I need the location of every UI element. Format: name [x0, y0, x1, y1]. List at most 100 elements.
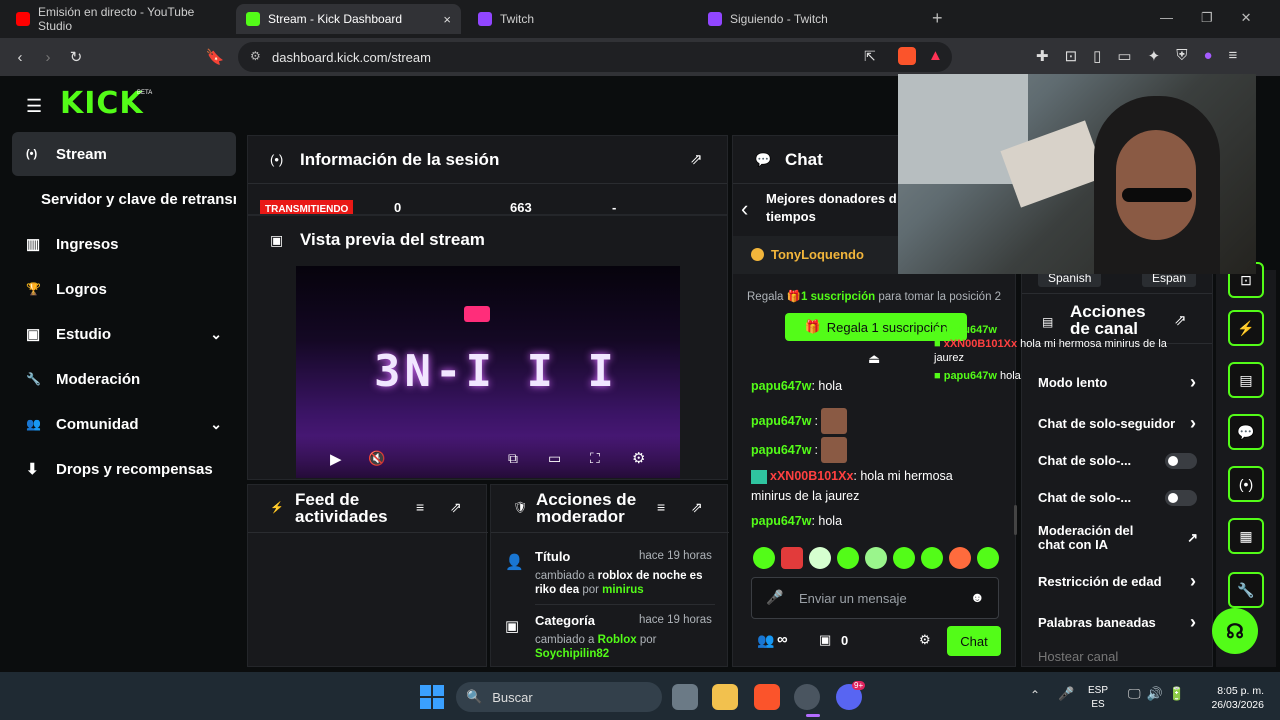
sidebar-item-achievements[interactable]: 🏆 Logros [12, 267, 236, 311]
pip-icon[interactable]: ⧉ [508, 450, 518, 467]
hamburger-icon[interactable]: ☰ [26, 96, 42, 117]
emoji-icon[interactable]: ☻ [970, 589, 985, 605]
brave-shields-icon[interactable] [898, 47, 916, 65]
address-bar[interactable]: ⚙ dashboard.kick.com/stream ⇱ ▲ [238, 42, 952, 72]
brave-browser-icon[interactable] [754, 684, 780, 710]
share-icon[interactable]: ⇱ [864, 48, 876, 65]
fullscreen-icon[interactable]: ⛶ [590, 450, 600, 467]
emote-icon[interactable] [977, 547, 999, 569]
tab-twitch-following[interactable]: Siguiendo - Twitch [698, 4, 923, 34]
emote-icon[interactable] [893, 547, 915, 569]
top-donor-name[interactable]: TonyLoquendo [771, 247, 864, 262]
mod-username[interactable]: Soychipilin82 [535, 648, 609, 660]
quick-action-broadcast-icon[interactable]: (•) [1228, 466, 1264, 502]
quick-action-notes-icon[interactable]: ▤ [1228, 362, 1264, 398]
theater-icon[interactable]: ▭ [548, 450, 561, 467]
windows-start-icon[interactable] [420, 685, 444, 709]
chat-username[interactable]: papu647w [751, 443, 811, 457]
popout-icon[interactable]: ⇗ [691, 499, 703, 516]
system-tray-icons[interactable]: 🖵🔊🔋 [1128, 686, 1191, 702]
sidebar-item-revenue[interactable]: ▥ Ingresos [12, 222, 236, 266]
menu-icon[interactable]: ≡ [1229, 47, 1238, 65]
close-tab-icon[interactable]: × [443, 12, 451, 27]
chat-username[interactable]: papu647w [751, 379, 811, 393]
microphone-icon[interactable]: 🎤 [766, 589, 783, 606]
site-info-icon[interactable]: ⚙ [250, 49, 261, 63]
followers-only-row[interactable]: Chat de solo-seguidor › [1038, 413, 1196, 434]
brave-rewards-icon[interactable]: ▲ [928, 47, 943, 64]
vpn-icon[interactable]: ⛨ [1176, 47, 1187, 65]
puzzle-icon[interactable]: ✚ [1036, 47, 1049, 65]
reload-icon[interactable]: ↻ [64, 45, 88, 69]
file-explorer-icon[interactable] [712, 684, 738, 710]
collapse-icon[interactable]: ⏏ [868, 351, 880, 367]
detail-value[interactable]: Roblox [598, 634, 637, 646]
obs-icon[interactable] [794, 684, 820, 710]
tab-youtube-studio[interactable]: Emisión en directo - YouTube Studio [6, 4, 231, 34]
wallet-icon[interactable]: ▭ [1117, 47, 1131, 65]
quick-action-chat-icon[interactable]: 💬 [1228, 414, 1264, 450]
chevron-up-icon[interactable]: ⌃ [1030, 688, 1040, 702]
emote-icon[interactable] [921, 547, 943, 569]
sidebar-icon[interactable]: ▯ [1093, 47, 1101, 65]
chat-scrollbar[interactable] [1014, 505, 1017, 535]
tab-kick-dashboard[interactable]: Stream - Kick Dashboard × [236, 4, 461, 34]
tab-twitch[interactable]: Twitch [468, 4, 693, 34]
new-tab-button[interactable]: + [932, 8, 943, 29]
chat-username[interactable]: xXN00B101Xx [770, 469, 853, 483]
microphone-icon[interactable]: 🎤 [1058, 686, 1074, 702]
settings-icon[interactable]: ⚙ [632, 449, 645, 467]
quick-action-lightning-icon[interactable]: ⚡ [1228, 310, 1264, 346]
leo-icon[interactable]: ✦ [1148, 47, 1161, 65]
back-icon[interactable]: ‹ [8, 45, 32, 69]
taskbar-search[interactable]: 🔍 Buscar [456, 682, 662, 712]
gift-link[interactable]: 1 suscripción [801, 291, 875, 303]
ai-moderation-row[interactable]: Moderación del chat con IA ↗ [1038, 524, 1198, 552]
chat-settings-icon[interactable]: ⚙ [919, 632, 931, 648]
sidebar-item-server-key[interactable]: Servidor y clave de retransn [12, 177, 236, 221]
emote-icon[interactable] [781, 547, 803, 569]
screenshot-icon[interactable]: ⊡ [1065, 47, 1078, 65]
emote-icon[interactable] [865, 547, 887, 569]
chat-username[interactable]: papu647w [751, 514, 811, 528]
sidebar-item-moderation[interactable]: 🔧 Moderación [12, 357, 236, 401]
emote-icon[interactable] [837, 547, 859, 569]
filter-icon[interactable]: ≡ [416, 499, 424, 515]
emote-bar[interactable] [753, 547, 999, 569]
support-headset-icon[interactable]: ☊ [1212, 608, 1258, 654]
sidebar-item-drops[interactable]: ⬇ Drops y recompensas [12, 447, 236, 491]
filter-icon[interactable]: ≡ [657, 499, 665, 515]
emotes-only-toggle[interactable] [1165, 490, 1197, 506]
forward-icon[interactable]: › [36, 45, 60, 69]
sidebar-item-studio[interactable]: ▣ Estudio ⌄ [12, 312, 236, 356]
subscribers-only-toggle[interactable] [1165, 453, 1197, 469]
host-channel-row[interactable]: Hostear canal [1038, 649, 1196, 664]
profile-icon[interactable]: ● [1203, 47, 1212, 65]
sidebar-item-stream[interactable]: (•) Stream [12, 132, 236, 176]
back-chevron-icon[interactable]: ‹ [741, 196, 748, 222]
mute-icon[interactable]: 🔇 [368, 450, 385, 467]
emote-icon[interactable] [809, 547, 831, 569]
chat-username[interactable]: papu647w [751, 414, 811, 428]
quick-action-wrench-icon[interactable]: 🔧 [1228, 572, 1264, 608]
popout-icon[interactable]: ⇗ [450, 499, 462, 516]
emote-icon[interactable] [949, 547, 971, 569]
kick-logo[interactable]: KICK [60, 86, 144, 121]
age-restriction-row[interactable]: Restricción de edad › [1038, 571, 1196, 592]
language-indicator[interactable]: ESP ES [1088, 684, 1108, 712]
popout-icon[interactable]: ⇗ [690, 150, 703, 168]
extension-icons[interactable]: ✚ ⊡ ▯ ▭ ✦ ⛨ ● ≡ [1036, 47, 1237, 65]
chat-input[interactable]: 🎤 Enviar un mensaje ☻ [751, 577, 999, 619]
clock[interactable]: 8:05 p. m. 26/03/2026 [1204, 684, 1264, 712]
play-icon[interactable]: ▶ [330, 450, 342, 468]
window-controls[interactable]: —❐✕ [1160, 10, 1280, 26]
bookmark-icon[interactable]: 🔖 [203, 45, 227, 69]
stream-preview-video[interactable]: 3N-I I I ▶ 🔇 ⧉ ▭ ⛶ ⚙ [296, 266, 680, 478]
emote-icon[interactable] [753, 547, 775, 569]
sidebar-item-community[interactable]: 👥 Comunidad ⌄ [12, 402, 236, 446]
mod-username[interactable]: minirus [602, 584, 644, 596]
send-chat-button[interactable]: Chat [947, 626, 1001, 656]
task-view-icon[interactable] [672, 684, 698, 710]
quick-action-layout-icon[interactable]: ▦ [1228, 518, 1264, 554]
banned-words-row[interactable]: Palabras baneadas › [1038, 612, 1196, 633]
